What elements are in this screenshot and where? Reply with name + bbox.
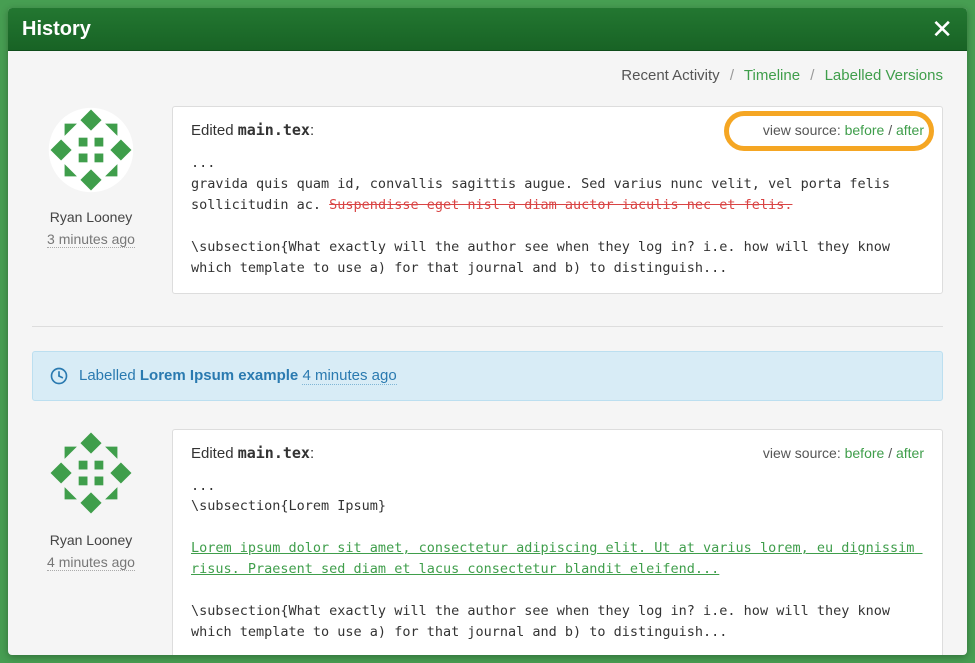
view-source-label: view source: [763,122,841,138]
diff-card: Edited main.tex: view source: before / a… [172,429,943,655]
view-source-after[interactable]: after [896,122,924,138]
card-title: Edited main.tex: [191,444,314,462]
view-source-label: view source: [763,445,841,461]
window-title: History [22,18,91,41]
view-source-before[interactable]: before [845,445,885,461]
entry-author-block: Ryan Looney 4 minutes ago [32,429,150,655]
close-icon[interactable]: ✕ [931,16,953,42]
card-title: Edited main.tex: [191,121,314,139]
view-source-controls: view source: before / after [763,122,924,138]
label-timestamp: 4 minutes ago [302,367,396,385]
history-entry: Ryan Looney 4 minutes ago Edited main.te… [32,417,943,655]
titlebar: History ✕ [8,8,967,51]
diff-body: ... gravida quis quam id, convallis sagi… [191,153,924,279]
nav-recent-activity: Recent Activity [621,67,719,84]
history-content: Ryan Looney 3 minutes ago Edited main.te… [8,94,967,655]
author-name: Ryan Looney [32,532,150,548]
nav-timeline[interactable]: Timeline [744,67,800,84]
view-source-after[interactable]: after [896,445,924,461]
filename: main.tex [238,444,310,462]
history-entry: Ryan Looney 3 minutes ago Edited main.te… [32,94,943,318]
entry-author-block: Ryan Looney 3 minutes ago [32,106,150,294]
diff-body: ... \subsection{Lorem Ipsum} Lorem ipsum… [191,476,924,643]
history-subnav: Recent Activity / Timeline / Labelled Ve… [8,51,967,94]
nav-sep: / [730,67,734,84]
label-text: Labelled Lorem Ipsum example 4 minutes a… [79,367,397,384]
nav-labelled-versions[interactable]: Labelled Versions [825,67,943,84]
diff-card: Edited main.tex: view source: before / a… [172,106,943,294]
view-source-controls: view source: before / after [763,445,924,461]
author-name: Ryan Looney [32,209,150,225]
diff-deleted: Suspendisse eget nisl a diam auctor iacu… [329,197,792,213]
filename: main.tex [238,121,310,139]
label-name: Lorem Ipsum example [140,367,298,384]
nav-sep: / [810,67,814,84]
clock-icon [49,366,69,386]
avatar [47,429,135,517]
label-banner[interactable]: Labelled Lorem Ipsum example 4 minutes a… [32,351,943,401]
view-source-before[interactable]: before [845,122,885,138]
entry-timestamp: 3 minutes ago [47,231,135,248]
entry-divider [32,326,943,327]
avatar [47,106,135,194]
diff-inserted: Lorem ipsum dolor sit amet, consectetur … [191,540,923,577]
history-window: History ✕ Recent Activity / Timeline / L… [8,8,967,655]
entry-timestamp: 4 minutes ago [47,554,135,571]
